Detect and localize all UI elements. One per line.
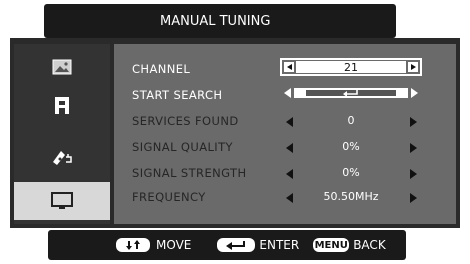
sidebar-item-setup[interactable] — [14, 138, 110, 176]
right-arrow-icon — [410, 117, 417, 127]
frequency-row: FREQUENCY 50.50MHz — [114, 188, 456, 208]
up-down-arrows-icon — [126, 240, 140, 250]
left-arrow-icon — [286, 64, 292, 70]
move-hint: MOVE — [156, 238, 192, 252]
signal-strength-label: SIGNAL STRENGTH — [132, 166, 247, 180]
sidebar — [14, 44, 110, 224]
right-arrow-icon — [410, 64, 416, 70]
channel-selector[interactable]: 21 — [280, 58, 422, 76]
setup-icon — [53, 151, 72, 165]
left-arrow-icon — [286, 169, 293, 179]
right-arrow-icon — [410, 143, 417, 153]
enter-icon — [226, 241, 246, 250]
search-track — [294, 88, 408, 98]
signal-strength-value: 0% — [342, 166, 360, 179]
monitor-icon — [51, 192, 73, 209]
channel-value: 21 — [296, 61, 406, 74]
signal-strength-row: SIGNAL STRENGTH 0% — [114, 164, 456, 184]
services-found-value: 0 — [347, 114, 355, 127]
signal-quality-value: 0% — [342, 140, 360, 153]
left-arrow-icon — [286, 117, 293, 127]
menu-key: MENU — [313, 238, 350, 252]
enter-icon — [343, 90, 358, 97]
start-search-control[interactable] — [284, 86, 418, 100]
signal-quality-label: SIGNAL QUALITY — [132, 140, 233, 154]
services-found-label: SERVICES FOUND — [132, 114, 239, 128]
frequency-label: FREQUENCY — [132, 190, 206, 204]
menu-title: MANUAL TUNING — [160, 13, 271, 29]
sidebar-item-picture[interactable] — [14, 48, 110, 86]
enter-hint: ENTER — [259, 238, 300, 252]
enter-key — [217, 238, 256, 252]
right-arrow-icon — [410, 193, 417, 203]
frequency-value: 50.50MHz — [323, 190, 379, 203]
channel-label: CHANNEL — [132, 62, 191, 76]
settings-content: CHANNEL 21 START SEARCH SERVICES FOUND 0… — [114, 44, 456, 224]
picture-icon — [52, 59, 72, 75]
audio-icon — [55, 97, 69, 114]
channel-next-button[interactable] — [408, 62, 418, 72]
right-arrow-icon — [411, 88, 418, 98]
left-arrow-icon — [286, 193, 293, 203]
hint-bar: MOVE ENTER MENU BACK — [48, 230, 406, 260]
start-search-label: START SEARCH — [132, 88, 223, 102]
services-found-row: SERVICES FOUND 0 — [114, 112, 456, 132]
search-bar-fill — [306, 90, 396, 97]
left-arrow-icon — [284, 88, 291, 98]
move-key — [116, 238, 150, 252]
left-arrow-icon — [286, 143, 293, 153]
sidebar-item-channel[interactable] — [14, 182, 110, 220]
right-arrow-icon — [410, 169, 417, 179]
signal-quality-row: SIGNAL QUALITY 0% — [114, 138, 456, 158]
title-bar: MANUAL TUNING — [44, 4, 396, 38]
back-hint: BACK — [353, 238, 386, 252]
sidebar-item-audio[interactable] — [14, 86, 110, 124]
channel-prev-button[interactable] — [284, 62, 294, 72]
